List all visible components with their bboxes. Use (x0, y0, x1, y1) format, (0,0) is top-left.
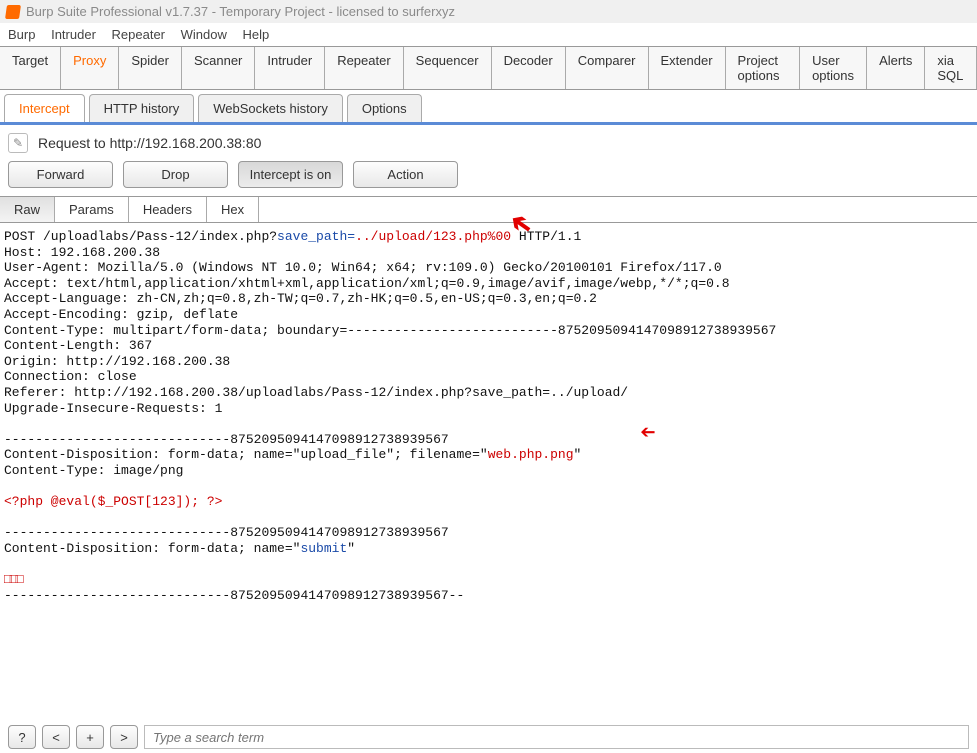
raw-request-view[interactable]: POST /uploadlabs/Pass-12/index.php?save_… (0, 223, 977, 609)
menu-help[interactable]: Help (243, 27, 270, 42)
forward-button[interactable]: Forward (8, 161, 113, 188)
viewtab-params[interactable]: Params (55, 197, 129, 222)
tab-repeater[interactable]: Repeater (325, 47, 403, 89)
action-button[interactable]: Action (353, 161, 458, 188)
tab-xia-sql[interactable]: xia SQL (925, 47, 977, 89)
tab-user-options[interactable]: User options (800, 47, 867, 89)
titlebar: Burp Suite Professional v1.7.37 - Tempor… (0, 0, 977, 23)
tab-alerts[interactable]: Alerts (867, 47, 925, 89)
window-title: Burp Suite Professional v1.7.37 - Tempor… (26, 4, 455, 19)
intercept-buttons: Forward Drop Intercept is on Action (0, 161, 977, 196)
drop-button[interactable]: Drop (123, 161, 228, 188)
tab-target[interactable]: Target (0, 47, 61, 89)
proxy-sub-tabs: Intercept HTTP history WebSockets histor… (0, 90, 977, 125)
viewtab-hex[interactable]: Hex (207, 197, 259, 222)
tab-spider[interactable]: Spider (119, 47, 182, 89)
tab-decoder[interactable]: Decoder (492, 47, 566, 89)
search-input[interactable] (144, 725, 969, 749)
prev-match-button[interactable]: < (42, 725, 70, 749)
menu-repeater[interactable]: Repeater (112, 27, 165, 42)
search-bar: ? < + > (0, 721, 977, 753)
tab-sequencer[interactable]: Sequencer (404, 47, 492, 89)
viewtab-headers[interactable]: Headers (129, 197, 207, 222)
tab-project-options[interactable]: Project options (726, 47, 801, 89)
subtab-intercept[interactable]: Intercept (4, 94, 85, 122)
subtab-websockets-history[interactable]: WebSockets history (198, 94, 343, 122)
menu-intruder[interactable]: Intruder (51, 27, 96, 42)
menu-burp[interactable]: Burp (8, 27, 35, 42)
subtab-options[interactable]: Options (347, 94, 422, 122)
menubar: Burp Intruder Repeater Window Help (0, 23, 977, 46)
request-target-line: ✎ Request to http://192.168.200.38:80 (0, 125, 977, 161)
annotation-arrow-2-icon: ➔ (640, 415, 656, 446)
add-button[interactable]: + (76, 725, 104, 749)
burp-logo-icon (5, 5, 21, 19)
subtab-http-history[interactable]: HTTP history (89, 94, 195, 122)
message-view-tabs: Raw Params Headers Hex (0, 196, 977, 223)
tab-scanner[interactable]: Scanner (182, 47, 255, 89)
edit-target-icon[interactable]: ✎ (8, 133, 28, 153)
next-match-button[interactable]: > (110, 725, 138, 749)
viewtab-raw[interactable]: Raw (0, 197, 55, 222)
tab-proxy[interactable]: Proxy (61, 47, 119, 89)
main-tabs: Target Proxy Spider Scanner Intruder Rep… (0, 46, 977, 90)
tab-extender[interactable]: Extender (649, 47, 726, 89)
request-target-text: Request to http://192.168.200.38:80 (38, 135, 261, 151)
help-button[interactable]: ? (8, 725, 36, 749)
intercept-toggle-button[interactable]: Intercept is on (238, 161, 343, 188)
tab-intruder[interactable]: Intruder (255, 47, 325, 89)
menu-window[interactable]: Window (181, 27, 227, 42)
tab-comparer[interactable]: Comparer (566, 47, 649, 89)
